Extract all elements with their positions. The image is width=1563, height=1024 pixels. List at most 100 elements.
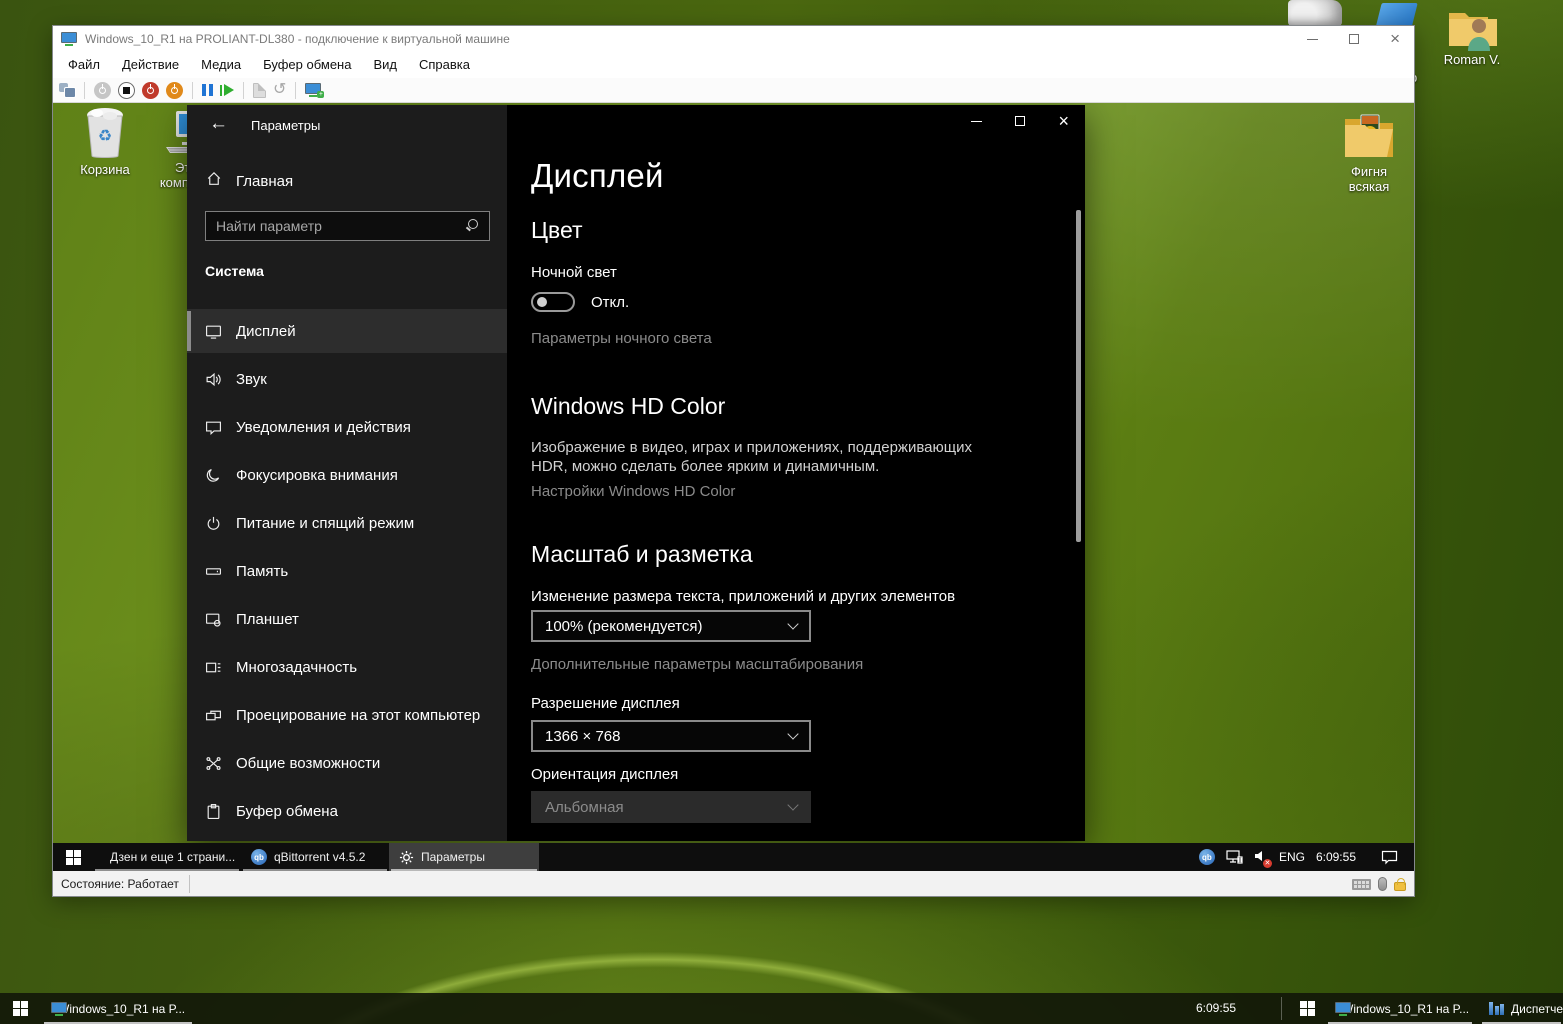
settings-search[interactable] <box>205 211 490 241</box>
sidebar-item-home[interactable]: Главная <box>187 163 507 199</box>
orientation-label: Ориентация дисплея <box>531 766 678 783</box>
vm-taskbar: Дзен и еще 1 страни... qb qBittorrent v4… <box>53 843 1414 871</box>
sidebar-item-tablet[interactable]: Планшет <box>187 597 507 641</box>
volume-muted-icon[interactable]: ✕ <box>1254 849 1268 866</box>
maximize-icon[interactable] <box>1349 34 1359 44</box>
storage-icon <box>205 563 229 580</box>
mouse-capture-icon[interactable] <box>1378 877 1387 891</box>
menu-clipboard[interactable]: Буфер обмена <box>252 52 362 78</box>
resolution-dropdown[interactable]: 1366 × 768 <box>531 720 811 752</box>
sidebar-item-sound[interactable]: Звук <box>187 357 507 401</box>
vm-clock[interactable]: 6:09:55 <box>1316 850 1356 864</box>
color-heading: Цвет <box>531 217 583 244</box>
windows-logo-icon <box>66 850 81 865</box>
pictures-folder-icon <box>1341 111 1397 161</box>
vmconnect-statusbar: Состояние: Работает <box>53 870 1414 896</box>
shutdown-icon[interactable] <box>142 82 159 99</box>
ctrl-alt-del-icon[interactable] <box>59 83 75 97</box>
search-input[interactable] <box>206 218 465 234</box>
selection-accent-bar <box>187 311 191 351</box>
sound-icon <box>205 371 229 388</box>
icon-label: Корзина <box>61 162 149 177</box>
menu-file[interactable]: Файл <box>57 52 111 78</box>
advanced-scaling-link[interactable]: Дополнительные параметры масштабирования <box>531 656 863 673</box>
host-taskbar-button-vmconnect-2[interactable]: Windows_10_R1 на P... <box>1326 993 1474 1024</box>
vm-icon-stuff-folder[interactable]: Фигня всякая <box>1325 111 1413 194</box>
user-folder-icon <box>1446 6 1498 52</box>
vmconnect-titlebar[interactable]: Windows_10_R1 на PROLIANT-DL380 - подклю… <box>53 26 1414 52</box>
settings-maximize-icon[interactable] <box>1015 116 1025 126</box>
close-icon[interactable]: × <box>1390 34 1400 44</box>
settings-close-icon[interactable]: × <box>1058 115 1069 127</box>
vm-system-tray: qb ✕ ENG 6:09:55 <box>1199 843 1414 871</box>
pause-icon[interactable] <box>202 84 213 96</box>
host-icon-roman-v[interactable]: Roman V. <box>1434 6 1510 67</box>
home-icon <box>205 170 227 192</box>
vm-window-icon <box>61 32 78 46</box>
vm-icon-recycle-bin[interactable]: ♻ Корзина <box>61 107 149 177</box>
language-indicator[interactable]: ENG <box>1279 850 1305 864</box>
night-light-label: Ночной свет <box>531 264 617 281</box>
action-center-icon[interactable] <box>1381 850 1398 865</box>
sidebar-item-focus-assist[interactable]: Фокусировка внимания <box>187 453 507 497</box>
sidebar-item-projecting[interactable]: Проецирование на этот компьютер <box>187 693 507 737</box>
host-start-button[interactable] <box>0 993 40 1024</box>
resume-icon[interactable] <box>220 84 234 96</box>
toggle-knob <box>537 297 547 307</box>
network-icon[interactable] <box>1226 850 1243 864</box>
night-light-settings-link[interactable]: Параметры ночного света <box>531 330 712 347</box>
open-app-indicator <box>391 869 537 871</box>
host-desktop: Roman V. p Windows_10_R1 на PROLIANT-DL3… <box>0 0 1563 1024</box>
taskbar-button-browser[interactable]: Дзен и еще 1 страни... <box>93 843 241 871</box>
night-light-state: Откл. <box>591 294 629 311</box>
sidebar-item-display[interactable]: Дисплей <box>187 309 507 353</box>
moon-icon <box>205 467 229 484</box>
taskbar-button-settings[interactable]: Параметры <box>389 843 539 871</box>
sidebar-item-power-sleep[interactable]: Питание и спящий режим <box>187 501 507 545</box>
sidebar-item-multitasking[interactable]: Многозадачность <box>187 645 507 689</box>
save-state-icon[interactable] <box>166 82 183 99</box>
lock-icon <box>1394 882 1406 891</box>
chevron-down-icon <box>787 618 798 629</box>
menu-view[interactable]: Вид <box>362 52 408 78</box>
settings-sidebar: ← Параметры Главная Система <box>187 105 507 841</box>
minimize-icon[interactable] <box>1307 39 1318 40</box>
revert-icon[interactable]: ↺ <box>273 83 286 97</box>
host-start-button-monitor2[interactable] <box>1288 993 1326 1024</box>
chevron-down-icon <box>787 799 798 810</box>
settings-app-title: Параметры <box>251 118 320 133</box>
turn-off-icon[interactable] <box>118 82 135 99</box>
menu-action[interactable]: Действие <box>111 52 190 78</box>
sidebar-item-clipboard[interactable]: Буфер обмена <box>187 789 507 833</box>
back-arrow-icon[interactable]: ← <box>209 113 228 135</box>
menu-media[interactable]: Медиа <box>190 52 252 78</box>
sidebar-item-storage[interactable]: Память <box>187 549 507 593</box>
power-on-icon[interactable] <box>94 82 111 99</box>
settings-minimize-icon[interactable] <box>971 121 982 122</box>
tablet-icon <box>205 611 229 628</box>
vm-screen: ♻ Корзина Этот компьюте <box>53 103 1414 871</box>
checkpoint-icon[interactable] <box>253 83 266 98</box>
host-recycle-bin-icon[interactable] <box>1288 0 1342 26</box>
windows-logo-icon <box>13 1001 28 1016</box>
hdr-settings-link[interactable]: Настройки Windows HD Color <box>531 483 735 500</box>
menu-help[interactable]: Справка <box>408 52 481 78</box>
sidebar-item-notifications[interactable]: Уведомления и действия <box>187 405 507 449</box>
night-light-toggle[interactable] <box>531 292 575 312</box>
scale-dropdown[interactable]: 100% (рекомендуется) <box>531 610 811 642</box>
enhanced-session-icon[interactable]: + <box>305 83 322 97</box>
sidebar-item-shared-experiences[interactable]: Общие возможности <box>187 741 507 785</box>
task-manager-icon <box>1489 1002 1504 1015</box>
keyboard-capture-icon[interactable] <box>1352 879 1371 890</box>
host-clock[interactable]: 6:09:55 <box>1196 993 1236 1024</box>
sidebar-section-title: Система <box>205 263 264 279</box>
open-app-indicator <box>95 869 239 871</box>
vm-start-button[interactable] <box>53 843 93 871</box>
taskbar-button-qbittorrent[interactable]: qb qBittorrent v4.5.2 <box>241 843 389 871</box>
qbittorrent-tray-icon[interactable]: qb <box>1199 849 1215 865</box>
multitasking-icon <box>205 659 229 676</box>
scrollbar[interactable] <box>1076 210 1081 542</box>
host-taskbar-button-task-manager[interactable]: Диспетчер <box>1480 993 1563 1024</box>
host-taskbar-button-vmconnect[interactable]: Windows_10_R1 на P... <box>42 993 194 1024</box>
search-icon[interactable] <box>465 218 481 234</box>
